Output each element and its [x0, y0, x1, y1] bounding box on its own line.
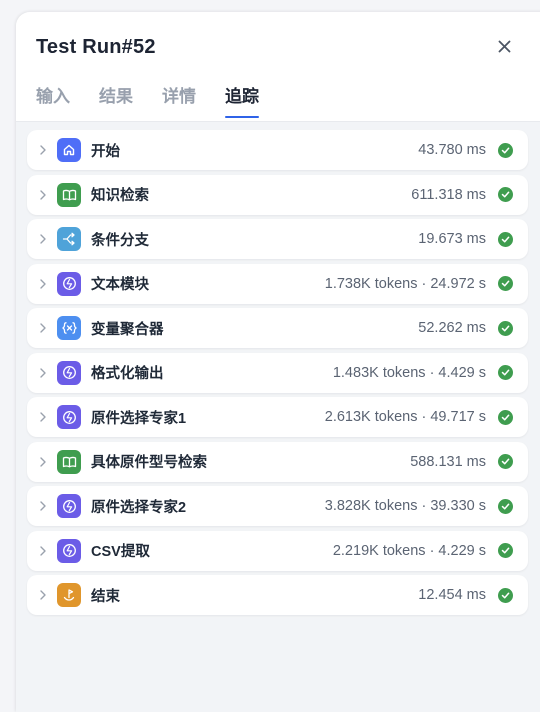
node-name: 具体原件型号检索	[91, 455, 207, 471]
node-name: 变量聚合器	[91, 321, 164, 338]
panel-title: Test Run#52	[36, 36, 156, 58]
trace-row[interactable]: 原件选择专家1 2.613K tokens · 49.717 s	[27, 397, 528, 437]
chevron-right-icon[interactable]	[36, 455, 50, 469]
node-metric: 2.219K tokens · 4.229 s	[332, 542, 486, 559]
close-button[interactable]	[494, 36, 514, 56]
node-metric: 611.318 ms	[411, 186, 486, 203]
node-name: 开始	[91, 143, 120, 160]
chevron-right-icon[interactable]	[36, 366, 50, 380]
success-check-icon	[498, 409, 513, 425]
panel-header: Test Run#52 输入 结果 详情 追踪	[16, 12, 540, 122]
trace-list: 开始 43.780 ms 知识检索 611.318 ms 条件分支 19.673 ms 文本…	[27, 130, 528, 620]
success-check-icon	[498, 543, 513, 558]
node-name: 结束	[91, 588, 120, 605]
node-name: 条件分支	[91, 232, 149, 249]
node-metric: 43.780 ms	[418, 142, 486, 158]
trace-row[interactable]: 开始 43.780 ms	[27, 130, 528, 170]
tab-input[interactable]: 输入	[36, 82, 70, 117]
node-name: 原件选择专家2	[91, 499, 187, 516]
llm-icon	[57, 494, 81, 518]
llm-icon	[57, 271, 81, 296]
trace-row[interactable]: 格式化输出 1.483K tokens · 4.429 s	[27, 352, 528, 393]
trace-row[interactable]: CSV提取 2.219K tokens · 4.229 s	[27, 530, 528, 571]
variable-icon	[57, 316, 81, 340]
success-check-icon	[498, 587, 513, 603]
success-check-icon	[498, 231, 513, 247]
chevron-right-icon[interactable]	[36, 588, 50, 602]
chevron-right-icon[interactable]	[36, 188, 50, 202]
trace-row[interactable]: 变量聚合器 52.262 ms	[27, 308, 528, 348]
book-icon	[57, 182, 81, 207]
chevron-right-icon[interactable]	[36, 277, 50, 291]
tab-detail[interactable]: 详情	[162, 82, 196, 117]
chevron-right-icon[interactable]	[36, 499, 50, 513]
llm-icon	[57, 538, 81, 563]
node-name: 原件选择专家1	[91, 410, 187, 427]
trace-row[interactable]: 知识检索 611.318 ms	[27, 174, 528, 215]
branch-icon	[57, 227, 81, 251]
llm-icon	[57, 405, 81, 429]
trace-row[interactable]: 结束 12.454 ms	[27, 575, 528, 615]
trace-panel: Test Run#52 输入 结果 详情 追踪 开始 43.780 ms 知识检索 6…	[16, 12, 540, 712]
node-metric: 2.613K tokens · 49.717 s	[324, 409, 486, 425]
success-check-icon	[498, 498, 513, 514]
success-check-icon	[498, 142, 513, 158]
trace-row[interactable]: 条件分支 19.673 ms	[27, 219, 528, 259]
tab-trace[interactable]: 追踪	[225, 82, 259, 118]
end-icon	[57, 583, 81, 607]
success-check-icon	[498, 365, 513, 380]
tab-result[interactable]: 结果	[99, 82, 133, 117]
success-check-icon	[498, 454, 513, 469]
node-metric: 52.262 ms	[418, 320, 486, 336]
node-metric: 19.673 ms	[418, 231, 486, 247]
node-metric: 12.454 ms	[418, 587, 486, 603]
success-check-icon	[498, 320, 513, 336]
node-name: 文本模块	[91, 277, 149, 293]
chevron-right-icon[interactable]	[36, 544, 50, 558]
chevron-right-icon[interactable]	[36, 232, 50, 246]
tab-bar: 输入 结果 详情 追踪	[36, 82, 288, 118]
node-name: 知识检索	[91, 188, 149, 204]
node-metric: 588.131 ms	[410, 453, 486, 470]
home-icon	[57, 138, 81, 162]
success-check-icon	[498, 187, 513, 202]
node-metric: 1.738K tokens · 24.972 s	[324, 275, 486, 292]
book-icon	[57, 449, 81, 474]
close-icon	[498, 40, 510, 52]
chevron-right-icon[interactable]	[36, 143, 50, 157]
trace-row[interactable]: 文本模块 1.738K tokens · 24.972 s	[27, 263, 528, 304]
node-name: CSV提取	[91, 544, 150, 560]
node-metric: 3.828K tokens · 39.330 s	[324, 498, 486, 514]
trace-row[interactable]: 原件选择专家2 3.828K tokens · 39.330 s	[27, 486, 528, 526]
chevron-right-icon[interactable]	[36, 410, 50, 424]
node-metric: 1.483K tokens · 4.429 s	[332, 364, 486, 381]
llm-icon	[57, 360, 81, 385]
success-check-icon	[498, 276, 513, 291]
trace-row[interactable]: 具体原件型号检索 588.131 ms	[27, 441, 528, 482]
chevron-right-icon[interactable]	[36, 321, 50, 335]
node-name: 格式化输出	[91, 366, 164, 382]
